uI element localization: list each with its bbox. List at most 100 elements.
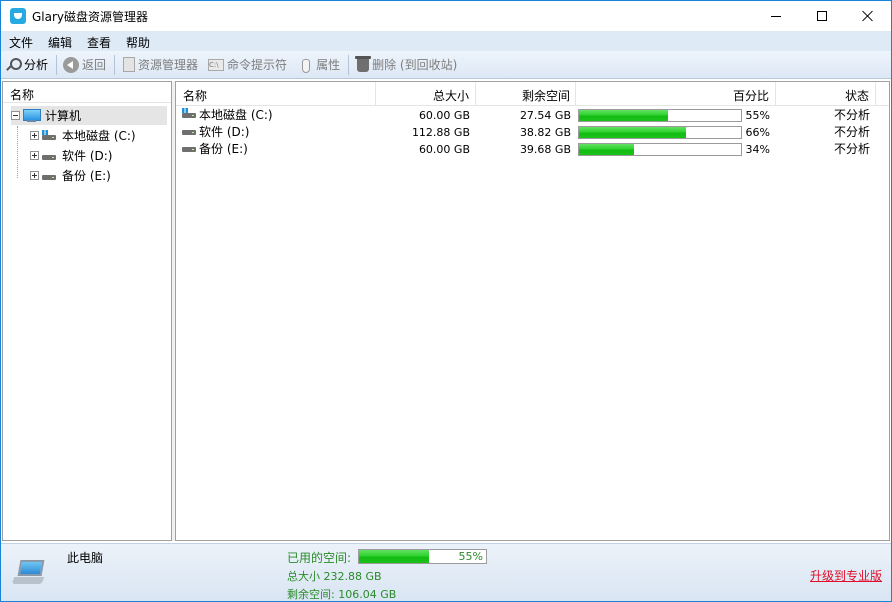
- column-header-total[interactable]: 总大小: [376, 82, 476, 106]
- table-row[interactable]: 本地磁盘 (C:) 60.00 GB 27.54 GB 55% 不分析: [176, 107, 889, 124]
- list-header: 名称 总大小 剩余空间 百分比 状态: [176, 82, 889, 106]
- usage-progress-fill: [579, 144, 635, 155]
- free-space-text: 剩余空间: 106.04 GB: [287, 588, 397, 601]
- close-button[interactable]: [845, 1, 891, 31]
- analyze-label: 分析: [24, 58, 49, 72]
- usage-progress-fill: [579, 110, 669, 121]
- hand-pointer-icon: [297, 57, 313, 73]
- drive-list-panel: 名称 总大小 剩余空间 百分比 状态 本地磁盘 (C:) 60.00 GB 27…: [175, 81, 890, 541]
- drive-percent: 55%: [745, 109, 770, 122]
- tree-item-computer[interactable]: 计算机: [11, 106, 167, 125]
- column-header-name[interactable]: 名称: [176, 82, 376, 106]
- drive-free-space: 27.54 GB: [519, 109, 571, 122]
- tree-item-drive-e[interactable]: 备份 (E:): [30, 166, 111, 185]
- toolbar-separator: [348, 54, 350, 75]
- windows-drive-icon: [182, 108, 198, 124]
- drive-total-size: 60.00 GB: [418, 109, 470, 122]
- usage-progress-bar: [578, 109, 742, 122]
- drive-free-space: 38.82 GB: [519, 126, 571, 139]
- tree-item-label: 本地磁盘 (C:): [62, 129, 136, 143]
- tree-header: 名称: [3, 82, 171, 103]
- total-size-text: 总大小 232.88 GB: [287, 570, 382, 583]
- explorer-icon: [123, 57, 136, 72]
- drive-icon: [182, 125, 198, 141]
- title-bar: Glary磁盘资源管理器: [1, 1, 891, 31]
- drive-total-size: 60.00 GB: [418, 143, 470, 156]
- drive-free-space: 39.68 GB: [519, 143, 571, 156]
- drive-status: 不分析: [833, 108, 870, 122]
- properties-label: 属性: [316, 58, 341, 72]
- cmd-label: 命令提示符: [227, 58, 288, 72]
- toolbar-separator: [56, 54, 58, 75]
- explorer-label: 资源管理器: [138, 58, 199, 72]
- app-window: Glary磁盘资源管理器 文件 编辑 查看 帮助 分析 返回 资源管理器 C:\…: [0, 0, 892, 602]
- drive-status: 不分析: [833, 142, 870, 156]
- total-usage-progress-fill: [359, 550, 429, 563]
- magnifier-icon: [5, 57, 22, 73]
- command-prompt-icon: C:\: [208, 58, 225, 71]
- collapse-icon[interactable]: [11, 111, 20, 120]
- drive-name: 本地磁盘 (C:): [199, 108, 273, 122]
- drive-icon: [42, 170, 58, 182]
- delete-button[interactable]: 删除 (到回收站): [351, 53, 463, 77]
- drive-name: 软件 (D:): [199, 125, 250, 139]
- folder-tree-panel: 名称 计算机 本地磁盘 (C:) 软件 (D:) 备份 (E:): [2, 81, 172, 541]
- app-logo-icon: [10, 8, 26, 24]
- menu-help[interactable]: 帮助: [118, 31, 157, 51]
- expand-icon[interactable]: [30, 171, 39, 180]
- total-usage-progress-bar: 55%: [358, 549, 487, 564]
- close-icon: [862, 10, 874, 22]
- upgrade-link[interactable]: 升级到专业版: [810, 567, 882, 584]
- menu-edit[interactable]: 编辑: [40, 31, 79, 51]
- usage-progress-bar: [578, 126, 742, 139]
- analyze-button[interactable]: 分析: [1, 53, 54, 77]
- windows-drive-icon: [42, 129, 58, 142]
- expand-icon[interactable]: [30, 131, 39, 140]
- status-bar: 此电脑 已用的空间: 55% 总大小 232.88 GB 剩余空间: 106.0…: [1, 543, 891, 601]
- minimize-button[interactable]: [753, 1, 799, 31]
- table-row[interactable]: 软件 (D:) 112.88 GB 38.82 GB 66% 不分析: [176, 124, 889, 141]
- properties-button[interactable]: 属性: [293, 53, 346, 77]
- total-usage-percent: 55%: [458, 550, 483, 563]
- column-header-status[interactable]: 状态: [776, 82, 876, 106]
- laptop-icon: [11, 560, 45, 586]
- back-button[interactable]: 返回: [59, 53, 112, 77]
- cmd-button[interactable]: C:\ 命令提示符: [204, 53, 293, 77]
- drive-icon: [42, 150, 58, 162]
- back-arrow-icon: [63, 56, 80, 73]
- tree-item-drive-d[interactable]: 软件 (D:): [30, 146, 112, 165]
- tree-item-label: 软件 (D:): [62, 149, 113, 163]
- usage-progress-bar: [578, 143, 742, 156]
- tree-item-drive-c[interactable]: 本地磁盘 (C:): [30, 126, 136, 145]
- trash-icon: [355, 55, 372, 72]
- drive-name: 备份 (E:): [199, 142, 248, 156]
- menu-file[interactable]: 文件: [1, 31, 40, 51]
- explorer-button[interactable]: 资源管理器: [117, 53, 204, 77]
- expand-icon[interactable]: [30, 151, 39, 160]
- tree-item-label: 计算机: [45, 109, 82, 123]
- tree-item-label: 备份 (E:): [62, 169, 111, 183]
- maximize-icon: [817, 11, 827, 21]
- maximize-button[interactable]: [799, 1, 845, 31]
- minimize-icon: [771, 15, 781, 17]
- window-title: Glary磁盘资源管理器: [32, 10, 149, 24]
- drive-percent: 66%: [745, 126, 770, 139]
- menu-view[interactable]: 查看: [79, 31, 118, 51]
- back-label: 返回: [82, 58, 107, 72]
- toolbar: 分析 返回 资源管理器 C:\ 命令提示符 属性 删除 (到回收站): [1, 51, 891, 79]
- drive-percent: 34%: [745, 143, 770, 156]
- computer-icon: [23, 108, 41, 123]
- table-row[interactable]: 备份 (E:) 60.00 GB 39.68 GB 34% 不分析: [176, 141, 889, 158]
- column-header-free[interactable]: 剩余空间: [476, 82, 576, 106]
- usage-progress-fill: [579, 127, 686, 138]
- menu-bar: 文件 编辑 查看 帮助: [1, 31, 891, 51]
- toolbar-separator: [114, 54, 116, 75]
- drive-status: 不分析: [833, 125, 870, 139]
- delete-label: 删除 (到回收站): [372, 58, 458, 72]
- drive-total-size: 112.88 GB: [411, 126, 470, 139]
- this-pc-label: 此电脑: [67, 551, 104, 565]
- drive-icon: [182, 142, 198, 158]
- column-header-percent[interactable]: 百分比: [576, 82, 776, 106]
- tree-connector: [17, 126, 18, 178]
- used-space-label: 已用的空间:: [287, 551, 352, 565]
